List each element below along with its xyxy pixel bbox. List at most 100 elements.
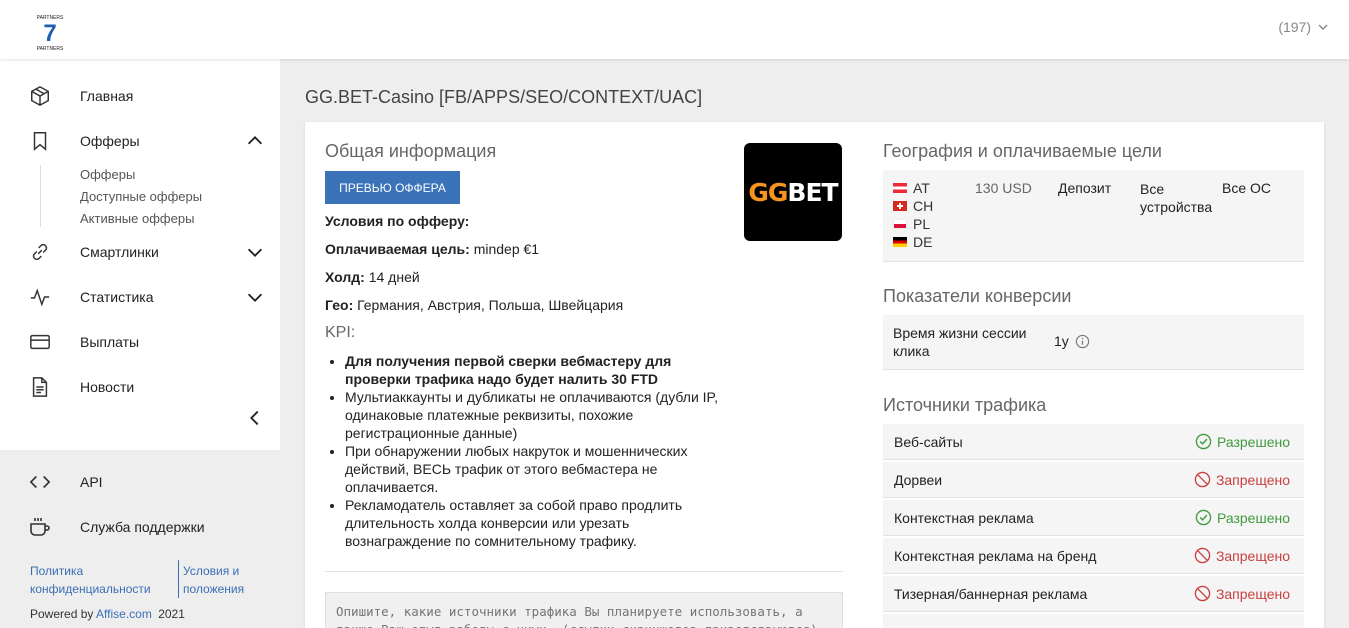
- credit-card-icon: [28, 330, 52, 354]
- target-value: mindep €1: [473, 241, 540, 257]
- chevron-down-icon[interactable]: [244, 241, 266, 263]
- geo-value: Германия, Австрия, Польша, Швейцария: [357, 297, 624, 313]
- poland-flag-icon: [893, 219, 907, 229]
- country-pl: PL: [893, 216, 930, 232]
- country-code: DE: [913, 234, 933, 250]
- user-menu[interactable]: (197): [1278, 19, 1329, 35]
- privacy-line-1: Политика: [30, 564, 84, 578]
- kpi-item: При обнаружении любых накруток и мошенни…: [345, 442, 735, 496]
- germany-flag-icon: [893, 237, 907, 247]
- traffic-status: Запрещено: [1194, 547, 1290, 564]
- sidebar-item-label: Смартлинки: [80, 244, 159, 260]
- page-title: GG.BET-Casino [FB/APPS/SEO/CONTEXT/UAC]: [305, 87, 703, 107]
- sidebar-item-smartlinks[interactable]: Смартлинки: [0, 232, 280, 272]
- conversion-heading: Показатели конверсии: [883, 286, 1072, 306]
- status-label: Разрешено: [1216, 433, 1290, 450]
- sidebar-item-statistics[interactable]: Статистика: [0, 277, 280, 317]
- traffic-row: Веб-сайты Разрешено: [883, 424, 1304, 460]
- traffic-status: Запрещено: [1194, 471, 1290, 488]
- general-info-heading: Общая информация: [325, 141, 497, 161]
- traffic-description-textarea[interactable]: [325, 592, 843, 628]
- brand-logo: GG BET: [744, 143, 842, 241]
- devices-value: Все устройства: [1140, 181, 1213, 215]
- session-lifetime-value: 1y: [1054, 333, 1069, 349]
- collapse-sidebar-icon[interactable]: [244, 407, 266, 429]
- kpi-item: Мультиаккаунты и дубликаты не оплачивают…: [345, 388, 735, 442]
- check-circle-icon: [1195, 433, 1212, 450]
- link-icon: [28, 240, 52, 264]
- partners-logo[interactable]: PARTNERS PARTNERS 7: [30, 12, 70, 52]
- payout-value: 130 USD: [975, 180, 1032, 196]
- switzerland-flag-icon: [893, 201, 907, 211]
- sidebar-item-api[interactable]: API: [0, 462, 280, 502]
- user-label: (197): [1278, 19, 1311, 35]
- submenu-item-offers[interactable]: Офферы: [80, 167, 135, 182]
- traffic-source-name: Дорвеи: [894, 471, 943, 488]
- country-code: AT: [913, 180, 930, 196]
- terms-line-1: Условия и: [183, 564, 240, 578]
- offer-card: Общая информация превью оффера Условия п…: [305, 122, 1324, 628]
- sidebar-item-label: Статистика: [80, 289, 154, 305]
- country-ch: CH: [893, 198, 933, 214]
- submenu-line: [40, 165, 41, 227]
- geography-box: AT CH PL DE 130 USD Депозит Все устройст…: [883, 170, 1304, 262]
- forbidden-icon: [1194, 547, 1211, 564]
- sidebar-item-payouts[interactable]: Выплаты: [0, 322, 280, 362]
- target-row: Оплачиваемая цель: mindep €1: [325, 241, 539, 257]
- traffic-row: Контекстная реклама на бренд Запрещено: [883, 538, 1304, 574]
- country-code: CH: [913, 198, 934, 214]
- privacy-line-2: конфиденциальности: [30, 582, 151, 596]
- brand-logo-bet: BET: [787, 177, 838, 207]
- sidebar-item-label: Выплаты: [80, 334, 140, 350]
- sidebar-item-label: Главная: [80, 88, 134, 104]
- status-label: Разрешено: [1216, 509, 1290, 526]
- traffic-source-name: Веб-сайты: [894, 433, 963, 450]
- traffic-row: Контекстная реклама Разрешено: [883, 500, 1304, 536]
- document-icon: [28, 375, 52, 399]
- terms-line-2: положения: [183, 582, 245, 596]
- traffic-row: Тизерная/баннерная реклама Запрещено: [883, 576, 1304, 612]
- sidebar-bottom: API Служба поддержки Политика конфиденци…: [0, 450, 280, 628]
- submenu-item-available-offers[interactable]: Доступные офферы: [80, 189, 202, 204]
- terms-link[interactable]: Условия и положения: [183, 562, 273, 598]
- code-icon: [28, 470, 52, 494]
- traffic-source-name: Контекстная реклама на бренд: [894, 547, 1097, 564]
- os-value: Все ОС: [1222, 180, 1272, 196]
- traffic-source-name: Контекстная реклама: [894, 509, 1034, 526]
- kpi-item: Для получения первой сверки вебмастеру д…: [345, 352, 735, 388]
- kpi-item: Рекламодатель оставляет за собой право п…: [345, 496, 735, 550]
- country-code: PL: [913, 216, 931, 232]
- powered-prefix: Powered by: [30, 607, 94, 621]
- sidebar-item-home[interactable]: Главная: [0, 76, 280, 116]
- info-icon[interactable]: [1075, 334, 1090, 349]
- powered-year: 2021: [158, 607, 185, 621]
- geography-heading: География и оплачиваемые цели: [883, 141, 1162, 161]
- chevron-up-icon[interactable]: [244, 130, 266, 152]
- chevron-down-icon[interactable]: [244, 286, 266, 308]
- traffic-row-partial: [883, 614, 1304, 628]
- sidebar-item-label: Служба поддержки: [80, 519, 205, 535]
- session-lifetime: 1y: [1054, 333, 1090, 349]
- footer-divider: [178, 560, 179, 598]
- submenu-item-active-offers[interactable]: Активные офферы: [80, 211, 194, 226]
- geo-row: Гео: Германия, Австрия, Польша, Швейцари…: [325, 297, 623, 313]
- forbidden-icon: [1194, 471, 1211, 488]
- sidebar-item-support[interactable]: Служба поддержки: [0, 507, 280, 547]
- bookmark-icon: [28, 129, 52, 153]
- privacy-policy-link[interactable]: Политика конфиденциальности: [30, 562, 170, 598]
- sidebar: Главная Офферы Офферы Доступные офферы А…: [0, 59, 280, 450]
- sidebar-item-offers[interactable]: Офферы: [0, 121, 280, 161]
- kpi-list: Для получения первой сверки вебмастеру д…: [325, 352, 735, 550]
- traffic-status: Разрешено: [1195, 509, 1290, 526]
- powered-by: Powered by Affise.com 2021: [30, 607, 185, 621]
- preview-offer-button[interactable]: превью оффера: [325, 171, 460, 204]
- chevron-down-icon: [1318, 24, 1328, 30]
- affise-link[interactable]: Affise.com: [96, 607, 152, 621]
- sidebar-item-news[interactable]: Новости: [0, 367, 280, 407]
- sidebar-item-label: Офферы: [80, 133, 140, 149]
- country-at: AT: [893, 180, 930, 196]
- traffic-status: Разрешено: [1195, 433, 1290, 450]
- hold-label: Холд:: [325, 269, 365, 285]
- goal-value: Депозит: [1058, 180, 1112, 196]
- conversion-box: Время жизни сессии клика 1y: [883, 315, 1304, 370]
